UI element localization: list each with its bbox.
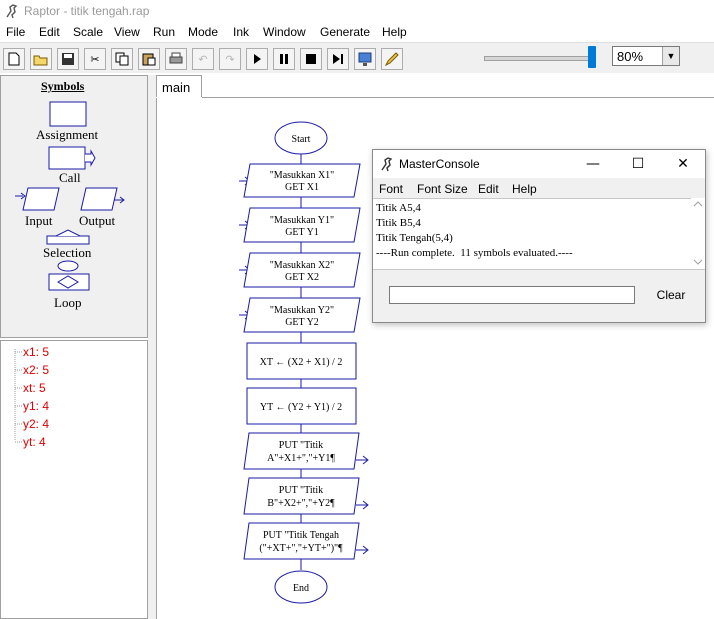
variable-item[interactable]: yt: 4 — [23, 435, 46, 449]
assignment-symbol-icon — [49, 101, 87, 127]
console-input[interactable] — [389, 286, 635, 304]
symbol-call[interactable]: Call — [59, 170, 81, 186]
speed-slider-track[interactable] — [484, 56, 590, 61]
svg-text:PUT "Titik: PUT "Titik — [279, 485, 323, 496]
menu-mode[interactable]: Mode — [188, 25, 218, 39]
svg-text:PUT "Titik: PUT "Titik — [279, 440, 323, 451]
svg-text:YT ← (Y2 + Y1) / 2: YT ← (Y2 + Y1) / 2 — [260, 402, 342, 413]
symbol-assignment[interactable]: Assignment — [36, 127, 98, 143]
menu-view[interactable]: View — [114, 25, 140, 39]
svg-text:"Masukkan Y1": "Masukkan Y1" — [270, 215, 334, 226]
menu-generate[interactable]: Generate — [320, 25, 370, 39]
console-menu-bar: Font Font Size Edit Help — [373, 178, 705, 198]
variable-item[interactable]: y1: 4 — [23, 399, 49, 413]
clear-button[interactable]: Clear — [643, 284, 699, 306]
undo-icon[interactable]: ↶ — [192, 48, 214, 70]
output-symbol-icon — [80, 187, 118, 211]
redo-icon[interactable]: ↷ — [219, 48, 241, 70]
console-output-line: ----Run complete. 11 symbols evaluated.-… — [376, 247, 573, 259]
cut-icon[interactable]: ✂ — [84, 48, 106, 70]
svg-text:"Masukkan X2": "Masukkan X2" — [270, 260, 335, 271]
raptor-app-icon — [6, 4, 18, 19]
svg-text:("+XT+","+YT+")"¶: ("+XT+","+YT+")"¶ — [259, 543, 343, 554]
pen-icon[interactable] — [381, 48, 403, 70]
symbol-output[interactable]: Output — [79, 213, 115, 229]
console-output-line: Titik Tengah(5,4) — [376, 232, 453, 244]
end-label: End — [293, 583, 309, 594]
paste-icon[interactable] — [138, 48, 160, 70]
console-menu-help[interactable]: Help — [512, 182, 537, 196]
save-icon[interactable] — [57, 48, 79, 70]
variable-item[interactable]: x2: 5 — [23, 363, 49, 377]
tab-main[interactable]: main — [156, 75, 202, 97]
symbol-loop[interactable]: Loop — [54, 295, 81, 311]
test-server-icon[interactable] — [354, 48, 376, 70]
svg-text:"Masukkan X1": "Masukkan X1" — [270, 170, 335, 181]
menu-edit[interactable]: Edit — [39, 25, 60, 39]
console-title-bar[interactable]: MasterConsole — ☐ ✕ — [373, 150, 705, 178]
menu-help[interactable]: Help — [382, 25, 407, 39]
panel-splitter[interactable] — [148, 75, 156, 619]
console-menu-font[interactable]: Font — [379, 182, 403, 196]
console-menu-font-size[interactable]: Font Size — [417, 182, 468, 196]
pause-icon[interactable] — [273, 48, 295, 70]
run-icon[interactable] — [246, 48, 268, 70]
svg-text:GET X1: GET X1 — [285, 182, 319, 193]
tab-main-label: main — [162, 80, 191, 95]
symbol-selection[interactable]: Selection — [43, 245, 91, 261]
console-output[interactable]: Titik A5,4 Titik B5,4 Titik Tengah(5,4) … — [373, 198, 705, 270]
symbol-input[interactable]: Input — [25, 213, 52, 229]
menu-scale[interactable]: Scale — [73, 25, 103, 39]
console-scrollbar[interactable] — [691, 198, 705, 268]
svg-text:XT ← (X2 + X1) / 2: XT ← (X2 + X1) / 2 — [260, 357, 343, 368]
svg-text:GET X2: GET X2 — [285, 272, 319, 283]
console-title: MasterConsole — [399, 157, 480, 171]
selection-symbol-icon — [55, 229, 81, 237]
tree-lines — [14, 349, 22, 443]
master-console-window: MasterConsole — ☐ ✕ Font Font Size Edit … — [372, 149, 706, 323]
menu-window[interactable]: Window — [263, 25, 306, 39]
variable-item[interactable]: x1: 5 — [23, 345, 49, 359]
scroll-up-icon — [693, 201, 703, 207]
minimize-icon[interactable]: — — [579, 154, 607, 174]
step-icon[interactable] — [327, 48, 349, 70]
zoom-value: 80% — [617, 49, 644, 64]
loop-symbol-icon — [57, 260, 79, 272]
menu-bar: File Edit Scale View Run Mode Ink Window… — [0, 22, 714, 42]
stop-icon[interactable] — [300, 48, 322, 70]
input-symbol-icon — [22, 187, 60, 211]
copy-icon[interactable] — [111, 48, 133, 70]
title-bar: Raptor - titik tengah.rap — [0, 0, 714, 22]
menu-ink[interactable]: Ink — [233, 25, 249, 39]
svg-text:B"+X2+","+Y2¶: B"+X2+","+Y2¶ — [267, 498, 335, 509]
new-file-icon[interactable] — [3, 48, 25, 70]
chevron-down-icon[interactable]: ▼ — [662, 47, 679, 65]
raptor-app-icon — [381, 157, 393, 172]
close-icon[interactable]: ✕ — [669, 154, 697, 174]
window-title: Raptor - titik tengah.rap — [24, 4, 150, 18]
zoom-select[interactable]: 80% ▼ — [612, 46, 680, 66]
maximize-icon[interactable]: ☐ — [624, 154, 652, 174]
console-output-line: Titik B5,4 — [376, 217, 421, 229]
variable-item[interactable]: y2: 4 — [23, 417, 49, 431]
svg-text:PUT "Titik Tengah: PUT "Titik Tengah — [263, 530, 339, 541]
svg-text:GET Y1: GET Y1 — [285, 227, 319, 238]
variables-panel: x1: 5 x2: 5 xt: 5 y1: 4 y2: 4 yt: 4 — [0, 340, 148, 619]
variable-item[interactable]: xt: 5 — [23, 381, 46, 395]
call-symbol-icon — [48, 146, 86, 170]
menu-run[interactable]: Run — [153, 25, 175, 39]
scroll-down-icon — [693, 259, 703, 265]
menu-file[interactable]: File — [6, 25, 25, 39]
console-menu-edit[interactable]: Edit — [478, 182, 499, 196]
symbols-panel: Symbols Assignment Call Input Output Sel… — [0, 75, 148, 338]
start-label: Start — [292, 134, 311, 145]
print-icon[interactable] — [165, 48, 187, 70]
open-folder-icon[interactable] — [30, 48, 52, 70]
console-output-line: Titik A5,4 — [376, 202, 421, 214]
speed-slider-thumb[interactable] — [588, 46, 596, 68]
svg-text:GET Y2: GET Y2 — [285, 317, 319, 328]
svg-text:A"+X1+","+Y1¶: A"+X1+","+Y1¶ — [267, 453, 335, 464]
svg-text:"Masukkan Y2": "Masukkan Y2" — [270, 305, 334, 316]
